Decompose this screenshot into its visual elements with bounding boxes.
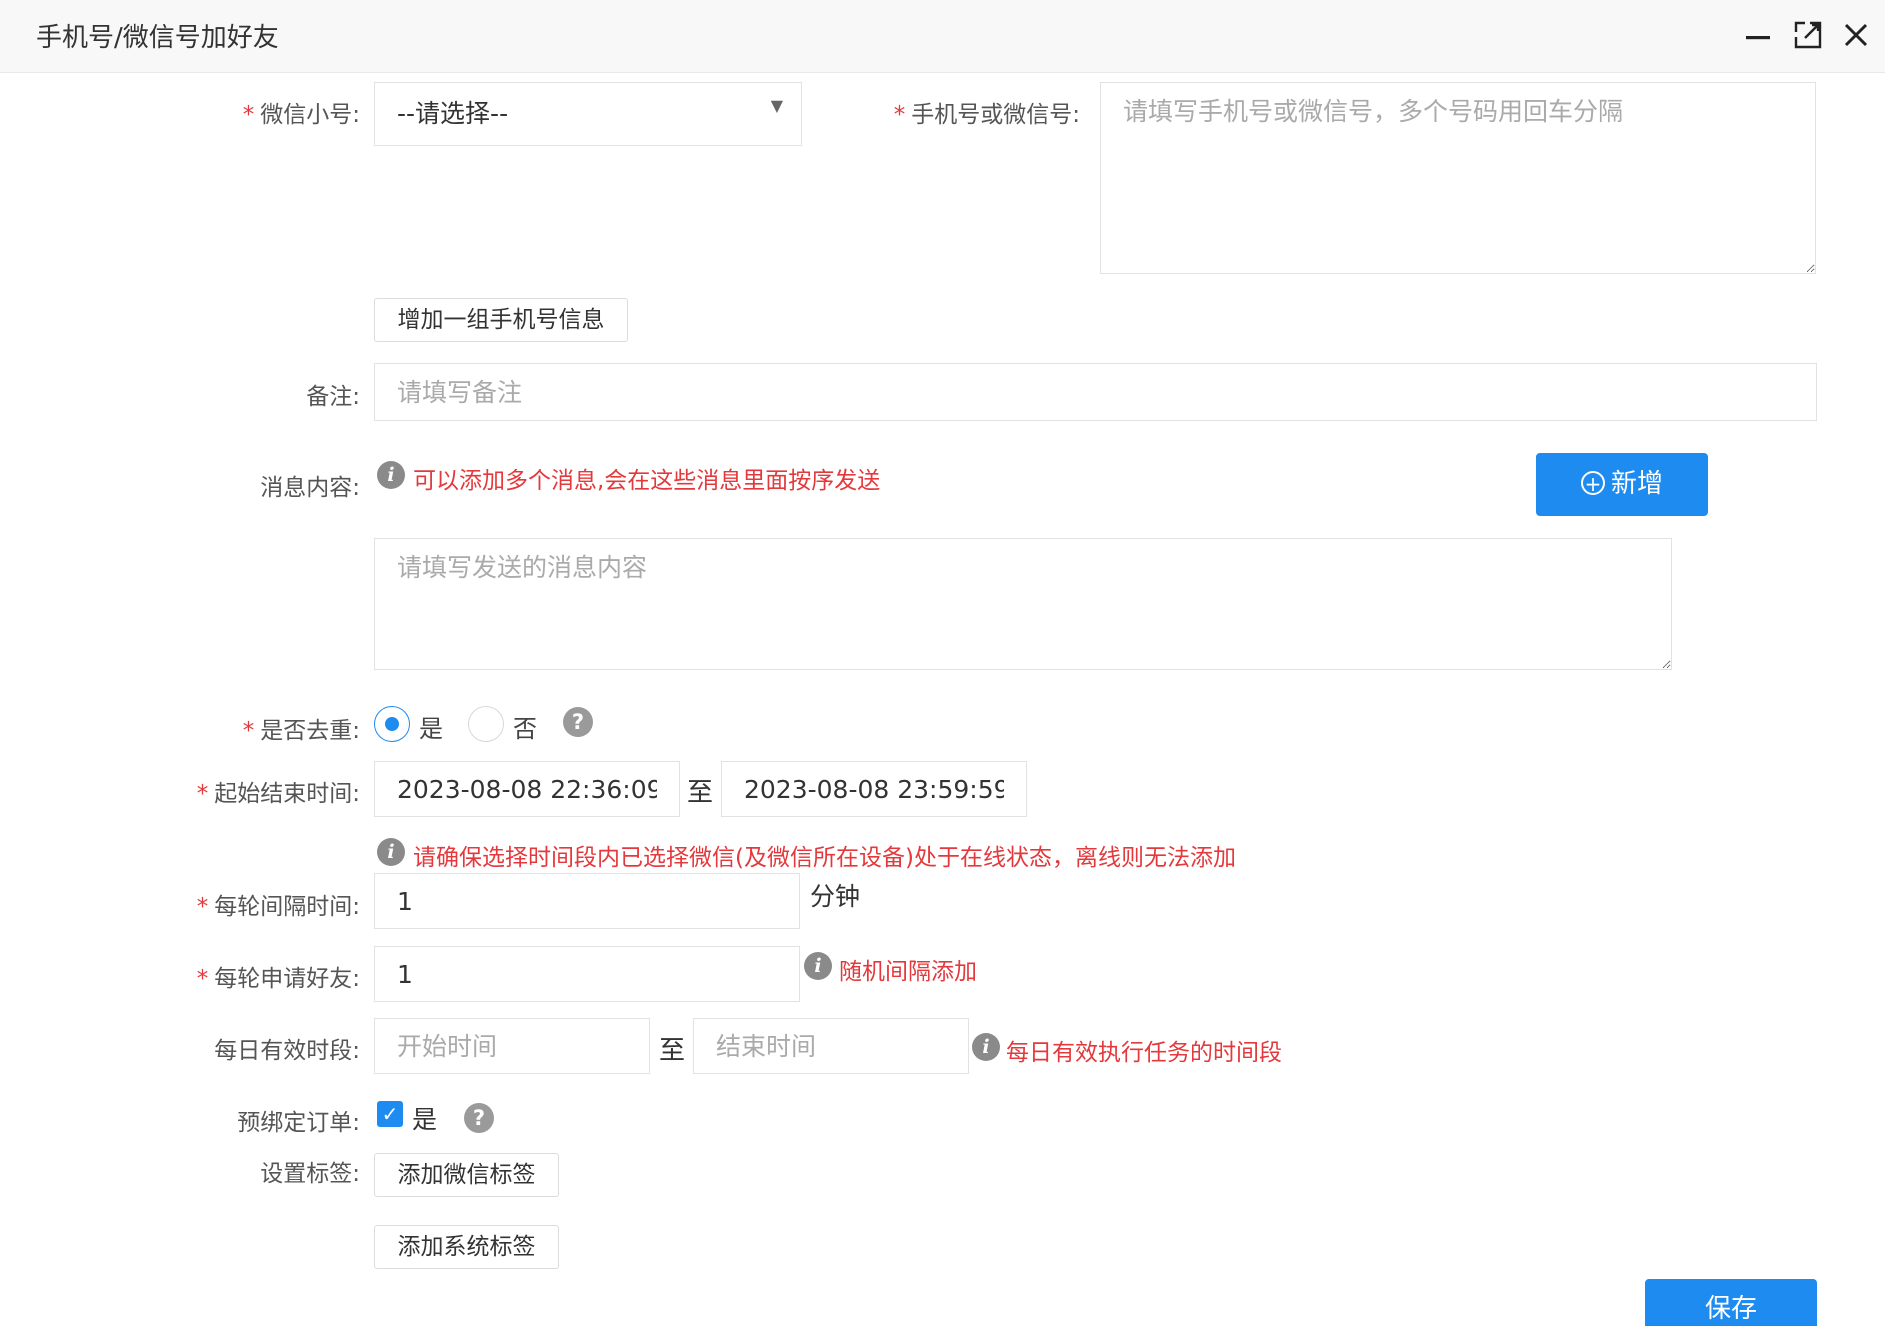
info-icon: i <box>804 952 832 980</box>
add-message-button[interactable]: + 新增 <box>1536 453 1708 516</box>
daily-period-hint: 每日有效执行任务的时间段 <box>1006 1040 1282 1066</box>
phone-or-wechat-textarea[interactable] <box>1100 82 1816 274</box>
daily-period-separator: 至 <box>659 1036 686 1066</box>
tags-label: 设置标签: <box>260 1161 360 1187</box>
message-textarea[interactable] <box>374 538 1672 670</box>
interval-unit: 分钟 <box>810 882 861 911</box>
dedupe-yes-radio[interactable] <box>374 706 410 742</box>
message-label: 消息内容: <box>260 475 360 501</box>
window-title: 手机号/微信号加好友 <box>36 23 279 53</box>
info-icon: i <box>377 461 405 489</box>
dedupe-yes-label: 是 <box>419 715 443 743</box>
maximize-icon <box>1794 21 1822 49</box>
info-icon: i <box>377 838 405 866</box>
minimize-button[interactable] <box>1741 18 1775 52</box>
start-datetime-input[interactable] <box>374 761 680 817</box>
dedupe-no-radio[interactable] <box>468 706 504 742</box>
interval-label: * 每轮间隔时间: <box>196 894 360 920</box>
daily-period-label: 每日有效时段: <box>214 1038 360 1064</box>
help-icon[interactable]: ? <box>563 707 593 737</box>
help-icon[interactable]: ? <box>464 1103 494 1133</box>
time-range-separator: 至 <box>687 778 714 808</box>
close-icon <box>1844 23 1868 47</box>
add-message-label: 新增 <box>1610 469 1663 499</box>
per-round-hint: 随机间隔添加 <box>839 959 977 985</box>
daily-end-input[interactable] <box>693 1018 969 1074</box>
add-wechat-tag-button[interactable]: 添加微信标签 <box>374 1153 559 1197</box>
prebind-order-option: 是 <box>412 1105 438 1134</box>
prebind-order-checkbox[interactable]: ✓ <box>377 1101 403 1127</box>
daily-start-input[interactable] <box>374 1018 650 1074</box>
title-bar <box>0 0 1885 73</box>
message-hint: 可以添加多个消息,会在这些消息里面按序发送 <box>413 468 881 494</box>
time-range-hint: 请确保选择时间段内已选择微信(及微信所在设备)处于在线状态，离线则无法添加 <box>413 845 1236 871</box>
dedupe-label: * 是否去重: <box>242 718 360 744</box>
per-round-label: * 每轮申请好友: <box>196 966 360 992</box>
info-icon: i <box>972 1033 1000 1061</box>
wechat-account-label: * 微信小号: <box>242 102 360 128</box>
prebind-order-label: 预绑定订单: <box>237 1110 360 1136</box>
maximize-button[interactable] <box>1791 18 1825 52</box>
add-phone-group-button[interactable]: 增加一组手机号信息 <box>374 298 628 342</box>
wechat-account-value: --请选择-- <box>397 99 509 128</box>
per-round-input[interactable] <box>374 946 800 1002</box>
close-button[interactable] <box>1839 18 1873 52</box>
remark-input[interactable] <box>374 363 1817 421</box>
end-datetime-input[interactable] <box>721 761 1027 817</box>
plus-circle-icon: + <box>1580 470 1605 495</box>
phone-or-wechat-label: * 手机号或微信号: <box>893 102 1080 128</box>
interval-input[interactable] <box>374 873 800 929</box>
minimize-icon <box>1746 36 1770 40</box>
dedupe-no-label: 否 <box>513 715 537 743</box>
add-system-tag-button[interactable]: 添加系统标签 <box>374 1225 559 1269</box>
save-button[interactable]: 保存 <box>1645 1279 1817 1326</box>
remark-label: 备注: <box>306 384 360 410</box>
time-range-label: * 起始结束时间: <box>196 781 360 807</box>
